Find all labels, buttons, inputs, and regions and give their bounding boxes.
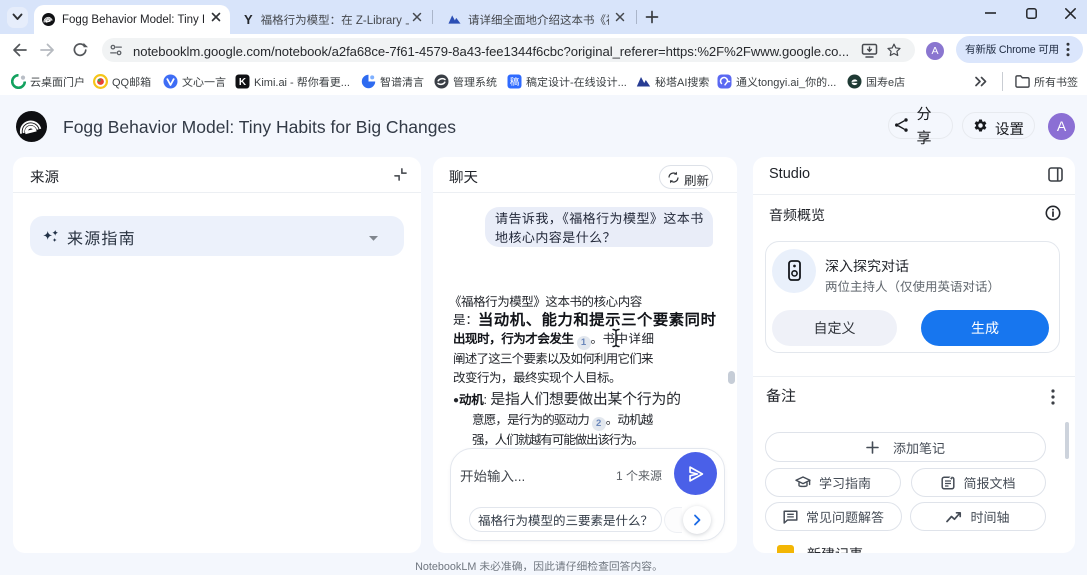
svg-text:K: K (239, 77, 247, 88)
svg-text:稿: 稿 (510, 74, 520, 88)
